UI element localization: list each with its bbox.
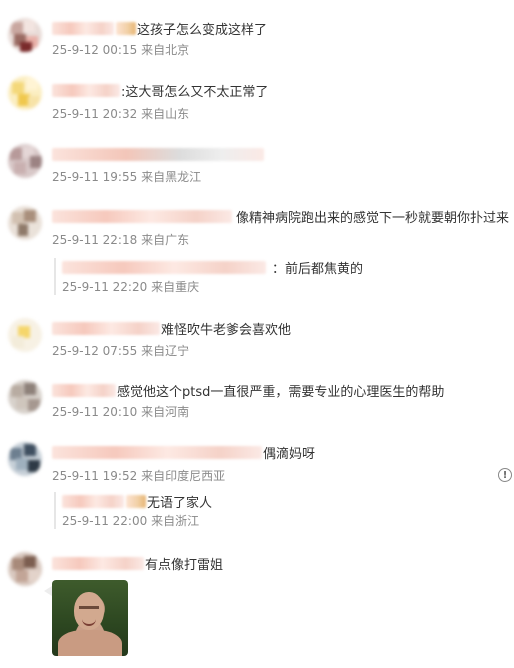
comment-time: 25-9-11 20:10 [52, 405, 138, 419]
avatar[interactable] [8, 552, 42, 586]
comment-location: 来自河南 [141, 405, 190, 419]
comment-location: 来自印度尼西亚 [141, 469, 226, 483]
avatar[interactable] [8, 318, 42, 352]
comment-text: 难怪吹牛老爹会喜欢他 [161, 322, 292, 338]
username-blurred[interactable] [52, 556, 144, 570]
comment-meta: 25-9-12 00:15 来自北京 [52, 42, 189, 58]
reply-meta: 25-9-11 22:20 来自重庆 [62, 279, 363, 295]
avatar[interactable] [8, 18, 42, 52]
comment-location: 来自山东 [141, 107, 190, 121]
reply-meta: 25-9-11 22:00 来自浙江 [62, 513, 212, 529]
reply-location: 来自浙江 [151, 514, 200, 528]
comment-location: 来自北京 [141, 43, 190, 57]
comment-text: 像精神病院跑出来的感觉下一秒就要朝你扑过来 [236, 210, 510, 226]
avatar[interactable] [8, 206, 42, 240]
comment-time: 25-9-11 20:32 [52, 107, 138, 121]
comment-location: 来自辽宁 [141, 344, 190, 358]
comment-text: 感觉他这个ptsd一直很严重，需要专业的心理医生的帮助 [117, 384, 445, 400]
comment-text: 偶滴妈呀 [263, 446, 316, 462]
comment-meta: 25-9-11 20:10 来自河南 [52, 404, 189, 420]
comment-time: 25-9-12 07:55 [52, 344, 138, 358]
avatar[interactable] [8, 380, 42, 414]
reply-location: 来自重庆 [151, 280, 200, 294]
username-blurred[interactable] [62, 260, 266, 274]
username-blurred[interactable] [52, 445, 262, 459]
comment-meta: 25-9-11 19:55 来自黑龙江 [52, 169, 201, 185]
photo-chest [58, 630, 122, 656]
comment-image-thumbnail[interactable] [52, 580, 128, 656]
username-blurred[interactable] [52, 83, 120, 97]
comment-location: 来自黑龙江 [141, 170, 202, 184]
photo-brow [79, 606, 99, 609]
username-blurred[interactable] [52, 383, 116, 397]
comment-time: 25-9-11 22:18 [52, 233, 138, 247]
username-blurred [126, 494, 146, 508]
more-info-icon[interactable]: ! [498, 468, 512, 482]
username-blurred[interactable] [52, 209, 232, 223]
comment-meta: 25-9-11 19:52 来自印度尼西亚 [52, 468, 225, 484]
reply-text: 无语了家人 [147, 495, 213, 511]
comment-meta: 25-9-11 20:32 来自山东 [52, 106, 189, 122]
avatar[interactable] [8, 76, 42, 110]
comment-time: 25-9-11 19:52 [52, 469, 138, 483]
comment-location: 来自广东 [141, 233, 190, 247]
reply-time: 25-9-11 22:00 [62, 514, 148, 528]
reply-time: 25-9-11 22:20 [62, 280, 148, 294]
username-blurred [116, 21, 136, 35]
avatar[interactable] [8, 144, 42, 178]
comment-text: :这大哥怎么又不太正常了 [121, 84, 269, 100]
username-blurred[interactable] [52, 147, 264, 161]
comment-text: 有点像打雷姐 [145, 557, 224, 573]
comment-time: 25-9-11 19:55 [52, 170, 138, 184]
username-blurred[interactable] [62, 494, 124, 508]
comment-text: 这孩子怎么变成这样了 [137, 22, 268, 38]
comment-meta: 25-9-11 22:18 来自广东 [52, 232, 189, 248]
reply-item: 无语了家人 25-9-11 22:00 来自浙江 [54, 492, 212, 529]
comment-meta: 25-9-12 07:55 来自辽宁 [52, 343, 189, 359]
reply-text: ：前后都焦黄的 [272, 261, 364, 277]
username-blurred[interactable] [52, 321, 160, 335]
username-blurred[interactable] [52, 21, 114, 35]
avatar[interactable] [8, 442, 42, 476]
image-pointer [44, 586, 52, 596]
reply-item: ：前后都焦黄的 25-9-11 22:20 来自重庆 [54, 258, 363, 295]
comment-time: 25-9-12 00:15 [52, 43, 138, 57]
